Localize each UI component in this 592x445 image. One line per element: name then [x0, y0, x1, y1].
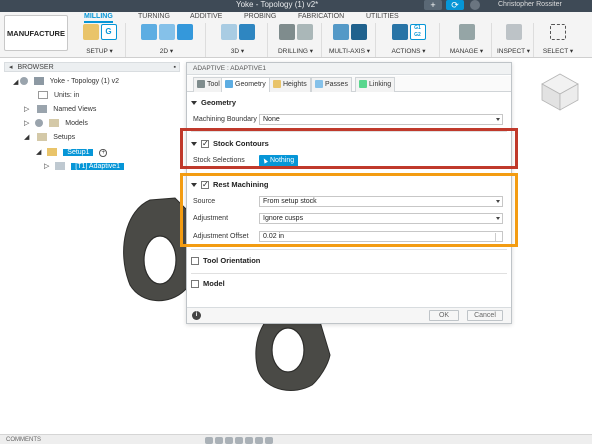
- section-title: Tool Orientation: [203, 256, 261, 265]
- tab-passes[interactable]: Passes: [311, 77, 352, 92]
- zoom-icon[interactable]: [225, 437, 233, 445]
- tool-icon: [197, 80, 205, 89]
- info-icon[interactable]: i: [192, 311, 201, 320]
- tool-orientation-section-header[interactable]: Tool Orientation: [191, 255, 260, 267]
- cancel-button[interactable]: Cancel: [467, 310, 503, 321]
- divider: [191, 273, 507, 274]
- comments-label[interactable]: COMMENTS: [6, 436, 41, 444]
- tab-label: Linking: [369, 81, 392, 88]
- fit-icon[interactable]: [235, 437, 243, 445]
- divider: [191, 249, 507, 250]
- tab-tool[interactable]: Tool: [193, 77, 224, 92]
- ok-button[interactable]: OK: [429, 310, 459, 321]
- tab-label: Passes: [325, 81, 348, 88]
- tab-label: Geometry: [235, 81, 266, 88]
- navigation-toolbar[interactable]: [204, 436, 384, 445]
- tab-heights[interactable]: Heights: [269, 77, 311, 92]
- grid-icon[interactable]: [255, 437, 263, 445]
- geometry-icon: [225, 80, 233, 89]
- passes-icon: [315, 80, 323, 89]
- machining-boundary-label: Machining Boundary: [193, 116, 257, 123]
- tab-label: Heights: [283, 81, 307, 88]
- chevron-down-icon: [496, 118, 500, 121]
- dialog-tabs: Tool Geometry Heights Passes Linking: [187, 76, 511, 92]
- orbit-icon[interactable]: [205, 437, 213, 445]
- model-checkbox[interactable]: [191, 280, 199, 289]
- yoke-hole-lower: [271, 327, 305, 373]
- geometry-section-header[interactable]: Geometry: [191, 97, 236, 109]
- dialog-footer: i OK Cancel: [187, 307, 511, 323]
- model-section-header[interactable]: Model: [191, 278, 225, 290]
- linking-icon: [359, 80, 367, 89]
- tab-geometry[interactable]: Geometry: [221, 77, 270, 92]
- yoke-hole-upper: [143, 235, 177, 285]
- rest-machining-highlight: [180, 173, 518, 247]
- select-value: None: [263, 116, 280, 123]
- pan-icon[interactable]: [215, 437, 223, 445]
- viewports-icon[interactable]: [265, 437, 273, 445]
- tab-linking[interactable]: Linking: [355, 77, 396, 92]
- machining-boundary-select[interactable]: None: [259, 114, 503, 125]
- caret-down-icon[interactable]: [191, 101, 197, 106]
- tab-label: Tool: [207, 81, 220, 88]
- bottom-bar: COMMENTS: [0, 434, 592, 445]
- dialog-title[interactable]: ADAPTIVE : ADAPTIVE1: [187, 63, 511, 75]
- stock-contours-highlight: [180, 128, 518, 169]
- display-settings-icon[interactable]: [245, 437, 253, 445]
- heights-icon: [273, 80, 281, 89]
- section-title: Geometry: [201, 98, 237, 107]
- tool-orientation-checkbox[interactable]: [191, 257, 199, 266]
- section-title: Model: [203, 279, 225, 288]
